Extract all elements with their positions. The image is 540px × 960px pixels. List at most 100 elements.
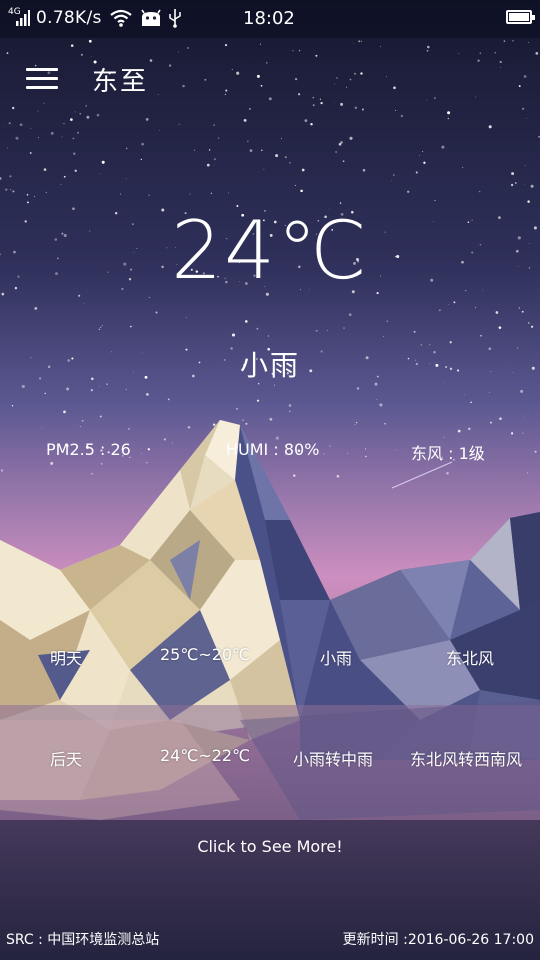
- star: [127, 428, 130, 430]
- star: [15, 136, 19, 140]
- star: [498, 326, 502, 329]
- star: [395, 449, 397, 451]
- star: [281, 137, 283, 139]
- star: [468, 427, 471, 431]
- star: [178, 51, 179, 53]
- star: [443, 436, 445, 438]
- star: [294, 77, 298, 81]
- star: [312, 96, 315, 99]
- see-more-link[interactable]: Click to See More!: [0, 837, 540, 856]
- star: [447, 117, 450, 120]
- star: [393, 86, 396, 90]
- star: [489, 421, 493, 424]
- star: [66, 387, 70, 391]
- star: [37, 110, 39, 112]
- star: [522, 107, 525, 110]
- star: [446, 471, 449, 475]
- star: [289, 162, 291, 164]
- star: [74, 169, 77, 172]
- current-temperature: 24℃: [171, 204, 369, 297]
- star: [228, 192, 230, 194]
- forecast-wind: 东北风转西南风: [410, 750, 523, 769]
- star: [11, 106, 15, 110]
- menu-line: [26, 68, 58, 71]
- star: [511, 172, 515, 176]
- android-robot-icon: [141, 9, 161, 26]
- hamburger-menu-icon[interactable]: [26, 68, 58, 90]
- star: [427, 45, 430, 49]
- star: [362, 168, 366, 172]
- star: [189, 193, 191, 195]
- battery-level-fill: [509, 13, 530, 21]
- star: [336, 474, 340, 478]
- star: [334, 102, 335, 104]
- star: [488, 125, 492, 129]
- star: [99, 415, 102, 418]
- status-clock: 18:02: [243, 8, 295, 29]
- star: [275, 154, 279, 158]
- star: [423, 161, 426, 164]
- star: [453, 301, 456, 304]
- star: [125, 178, 127, 180]
- star: [347, 452, 348, 454]
- star: [510, 183, 514, 187]
- star: [256, 327, 259, 330]
- star: [499, 60, 502, 64]
- star: [304, 119, 308, 122]
- star: [158, 479, 160, 480]
- star: [335, 151, 337, 153]
- star: [148, 297, 150, 299]
- star: [448, 303, 449, 305]
- star: [187, 47, 189, 49]
- star: [376, 398, 378, 400]
- star: [426, 99, 428, 101]
- star: [298, 49, 301, 52]
- star: [44, 392, 46, 395]
- star: [45, 191, 47, 193]
- star: [3, 124, 5, 126]
- star: [72, 137, 75, 140]
- star: [354, 72, 356, 75]
- star: [494, 51, 497, 54]
- wifi-icon: [110, 9, 132, 27]
- star: [391, 180, 392, 182]
- star: [236, 71, 240, 75]
- star: [521, 310, 524, 313]
- star: [342, 160, 345, 163]
- star: [6, 147, 8, 149]
- star: [524, 165, 526, 167]
- star: [182, 84, 185, 88]
- star: [415, 171, 418, 174]
- star: [244, 320, 248, 323]
- star: [130, 325, 132, 328]
- star: [500, 67, 501, 69]
- star: [527, 322, 530, 324]
- star: [523, 75, 527, 78]
- star: [289, 410, 291, 412]
- star: [386, 76, 387, 77]
- forecast-day: 明天: [50, 649, 83, 668]
- star: [259, 43, 261, 45]
- star: [477, 59, 480, 62]
- star: [422, 151, 424, 152]
- forecast-weather: 小雨转中雨: [293, 750, 374, 769]
- star: [80, 53, 83, 56]
- star: [267, 335, 270, 337]
- star: [323, 453, 325, 455]
- star: [98, 328, 100, 330]
- star: [81, 419, 84, 422]
- star: [29, 152, 32, 154]
- star: [386, 320, 388, 322]
- star: [400, 114, 404, 118]
- star: [528, 41, 530, 43]
- star: [326, 330, 328, 331]
- star: [155, 311, 158, 314]
- star: [407, 190, 410, 193]
- star: [243, 118, 247, 122]
- star: [167, 398, 170, 401]
- star: [365, 455, 367, 458]
- star: [395, 110, 397, 111]
- star: [364, 448, 367, 450]
- star: [217, 137, 220, 140]
- star: [224, 93, 227, 96]
